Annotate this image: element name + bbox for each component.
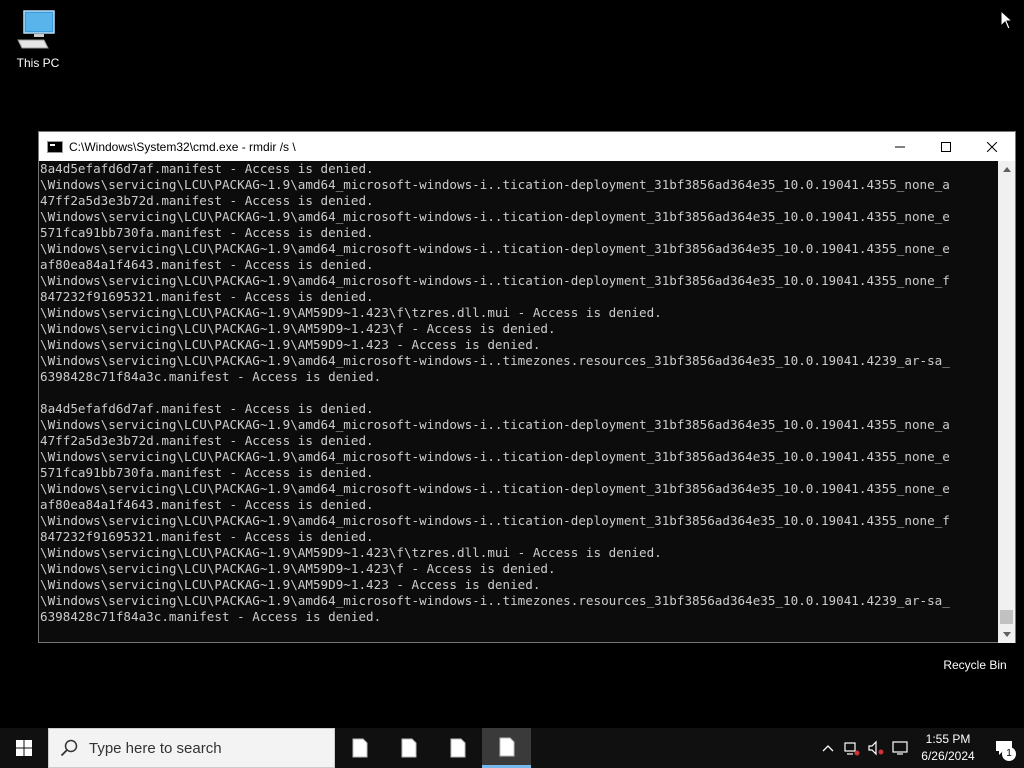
console-line: \Windows\servicing\LCU\PACKAG~1.9\amd64_…	[40, 481, 950, 496]
console-line: 571fca91bb730fa.manifest - Access is den…	[40, 465, 374, 480]
taskbar-clock[interactable]: 1:55 PM 6/26/2024	[912, 731, 984, 765]
computer-icon	[14, 8, 62, 52]
console-line: \Windows\servicing\LCU\PACKAG~1.9\AM59D9…	[40, 545, 662, 560]
clock-time: 1:55 PM	[925, 732, 971, 746]
taskbar-app-1[interactable]	[335, 728, 384, 768]
console-line: 847232f91695321.manifest - Access is den…	[40, 289, 374, 304]
vertical-scrollbar[interactable]	[998, 161, 1015, 643]
window-titlebar[interactable]: C:\Windows\System32\cmd.exe - rmdir /s \	[39, 132, 1015, 161]
this-pc-desktop-icon[interactable]: This PC	[0, 8, 76, 70]
display-icon	[892, 741, 908, 755]
window-title: C:\Windows\System32\cmd.exe - rmdir /s \	[69, 139, 296, 154]
cmd-app-icon	[47, 140, 63, 153]
volume-tray-button[interactable]	[864, 728, 888, 768]
console-line: \Windows\servicing\LCU\PACKAG~1.9\AM59D9…	[40, 337, 541, 352]
chevron-down-icon	[1002, 632, 1011, 637]
search-placeholder: Type here to search	[89, 739, 222, 757]
maximize-button[interactable]	[923, 132, 969, 161]
window-controls	[877, 132, 1015, 161]
file-icon	[450, 738, 465, 758]
volume-icon	[868, 740, 884, 756]
scroll-thumb[interactable]	[1000, 610, 1013, 624]
console-line: 847232f91695321.manifest - Access is den…	[40, 529, 374, 544]
scroll-up-button[interactable]	[998, 161, 1015, 178]
taskbar-app-2[interactable]	[384, 728, 433, 768]
console-line: \Windows\servicing\LCU\PACKAG~1.9\amd64_…	[40, 449, 950, 464]
chevron-up-icon	[822, 745, 834, 752]
minimize-icon	[895, 146, 905, 147]
clock-date: 6/26/2024	[921, 749, 975, 763]
console-line: \Windows\servicing\LCU\PACKAG~1.9\AM59D9…	[40, 577, 541, 592]
console-line: 6398428c71f84a3c.manifest - Access is de…	[40, 369, 382, 384]
console-line: \Windows\servicing\LCU\PACKAG~1.9\amd64_…	[40, 417, 950, 432]
mouse-cursor-icon	[1000, 9, 1014, 30]
show-hidden-icons-button[interactable]	[816, 728, 840, 768]
close-button[interactable]	[969, 132, 1015, 161]
network-tray-button[interactable]	[840, 728, 864, 768]
search-icon	[49, 739, 89, 757]
file-icon	[352, 738, 367, 758]
file-icon	[401, 738, 416, 758]
console-line: 47ff2a5d3e3b72d.manifest - Access is den…	[40, 433, 374, 448]
console-line: \Windows\servicing\LCU\PACKAG~1.9\AM59D9…	[40, 305, 662, 320]
taskbar-app-4-active[interactable]	[482, 728, 531, 768]
console-line: \Windows\servicing\LCU\PACKAG~1.9\amd64_…	[40, 177, 950, 192]
cmd-window[interactable]: C:\Windows\System32\cmd.exe - rmdir /s \…	[38, 131, 1016, 643]
file-icon	[499, 737, 514, 756]
console-line: \Windows\servicing\LCU\PACKAG~1.9\amd64_…	[40, 209, 950, 224]
notification-count-badge: 1	[1002, 747, 1016, 761]
action-center-button[interactable]: 1	[984, 728, 1024, 768]
close-icon	[987, 141, 997, 152]
scroll-down-button[interactable]	[998, 626, 1015, 643]
console-line: af80ea84a1f4643.manifest - Access is den…	[40, 497, 374, 512]
console-line: 571fca91bb730fa.manifest - Access is den…	[40, 225, 374, 240]
minimize-button[interactable]	[877, 132, 923, 161]
console-line: \Windows\servicing\LCU\PACKAG~1.9\AM59D9…	[40, 321, 556, 336]
console-line: \Windows\servicing\LCU\PACKAG~1.9\amd64_…	[40, 593, 950, 608]
console-line: 8a4d5efafd6d7af.manifest - Access is den…	[40, 401, 374, 416]
system-tray: 1:55 PM 6/26/2024 1	[816, 728, 1024, 768]
console-line: 6398428c71f84a3c.manifest - Access is de…	[40, 609, 382, 624]
chevron-up-icon	[1002, 167, 1011, 172]
taskbar: Type here to search 1:55 PM 6/26/2024 1	[0, 728, 1024, 768]
console-line: 47ff2a5d3e3b72d.manifest - Access is den…	[40, 193, 374, 208]
console-output[interactable]: 8a4d5efafd6d7af.manifest - Access is den…	[39, 161, 999, 643]
start-button[interactable]	[0, 728, 48, 768]
console-line: \Windows\servicing\LCU\PACKAG~1.9\amd64_…	[40, 353, 950, 368]
console-line: af80ea84a1f4643.manifest - Access is den…	[40, 257, 374, 272]
maximize-icon	[941, 141, 951, 152]
console-line: 8a4d5efafd6d7af.manifest - Access is den…	[40, 161, 374, 176]
recycle-bin-label: Recycle Bin	[943, 658, 1007, 672]
taskbar-search-box[interactable]: Type here to search	[48, 728, 335, 768]
console-line: \Windows\servicing\LCU\PACKAG~1.9\amd64_…	[40, 273, 950, 288]
console-line: \Windows\servicing\LCU\PACKAG~1.9\AM59D9…	[40, 561, 556, 576]
taskbar-app-3[interactable]	[433, 728, 482, 768]
network-icon	[844, 742, 860, 756]
console-line: \Windows\servicing\LCU\PACKAG~1.9\amd64_…	[40, 241, 950, 256]
windows-logo-icon	[16, 740, 32, 756]
console-line: \Windows\servicing\LCU\PACKAG~1.9\amd64_…	[40, 513, 950, 528]
this-pc-label: This PC	[16, 56, 60, 70]
display-tray-button[interactable]	[888, 728, 912, 768]
